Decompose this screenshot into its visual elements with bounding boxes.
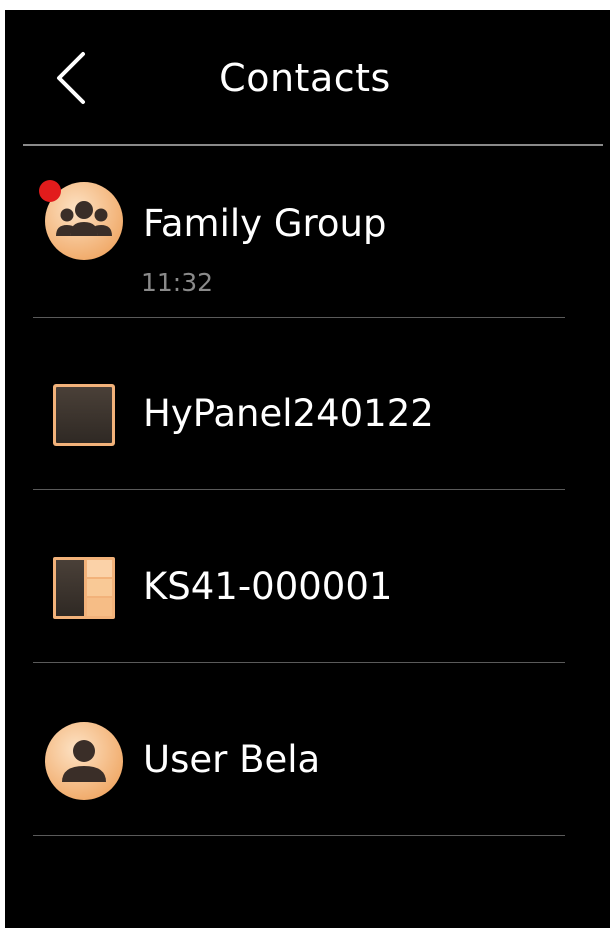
door-station-icon [53,557,115,619]
back-button[interactable] [45,48,101,108]
user-avatar [45,722,123,800]
contacts-screen: Contacts Family Group 11:32 HyPanel24012… [5,10,610,928]
contact-name: User Bela [143,738,321,781]
contact-item-ks41[interactable]: KS41-000001 [5,491,610,663]
device-avatar [45,549,123,627]
contact-item-hypanel[interactable]: HyPanel240122 [5,318,610,490]
last-message-time: 11:32 [141,268,214,297]
device-avatar [45,376,123,454]
list-divider [33,489,565,490]
contact-item-family-group[interactable]: Family Group 11:32 [5,146,610,318]
contact-name: Family Group [143,202,387,245]
header-bar: Contacts [5,10,610,146]
list-divider [33,662,565,663]
user-icon [45,722,123,800]
chevron-left-icon [57,52,85,104]
contact-item-user-bela[interactable]: User Bela [5,664,610,836]
contact-name: HyPanel240122 [143,392,434,435]
unread-indicator [39,180,61,202]
list-divider [33,835,565,836]
page-title: Contacts [219,56,391,100]
indoor-monitor-icon [53,384,115,446]
contact-name: KS41-000001 [143,565,393,608]
